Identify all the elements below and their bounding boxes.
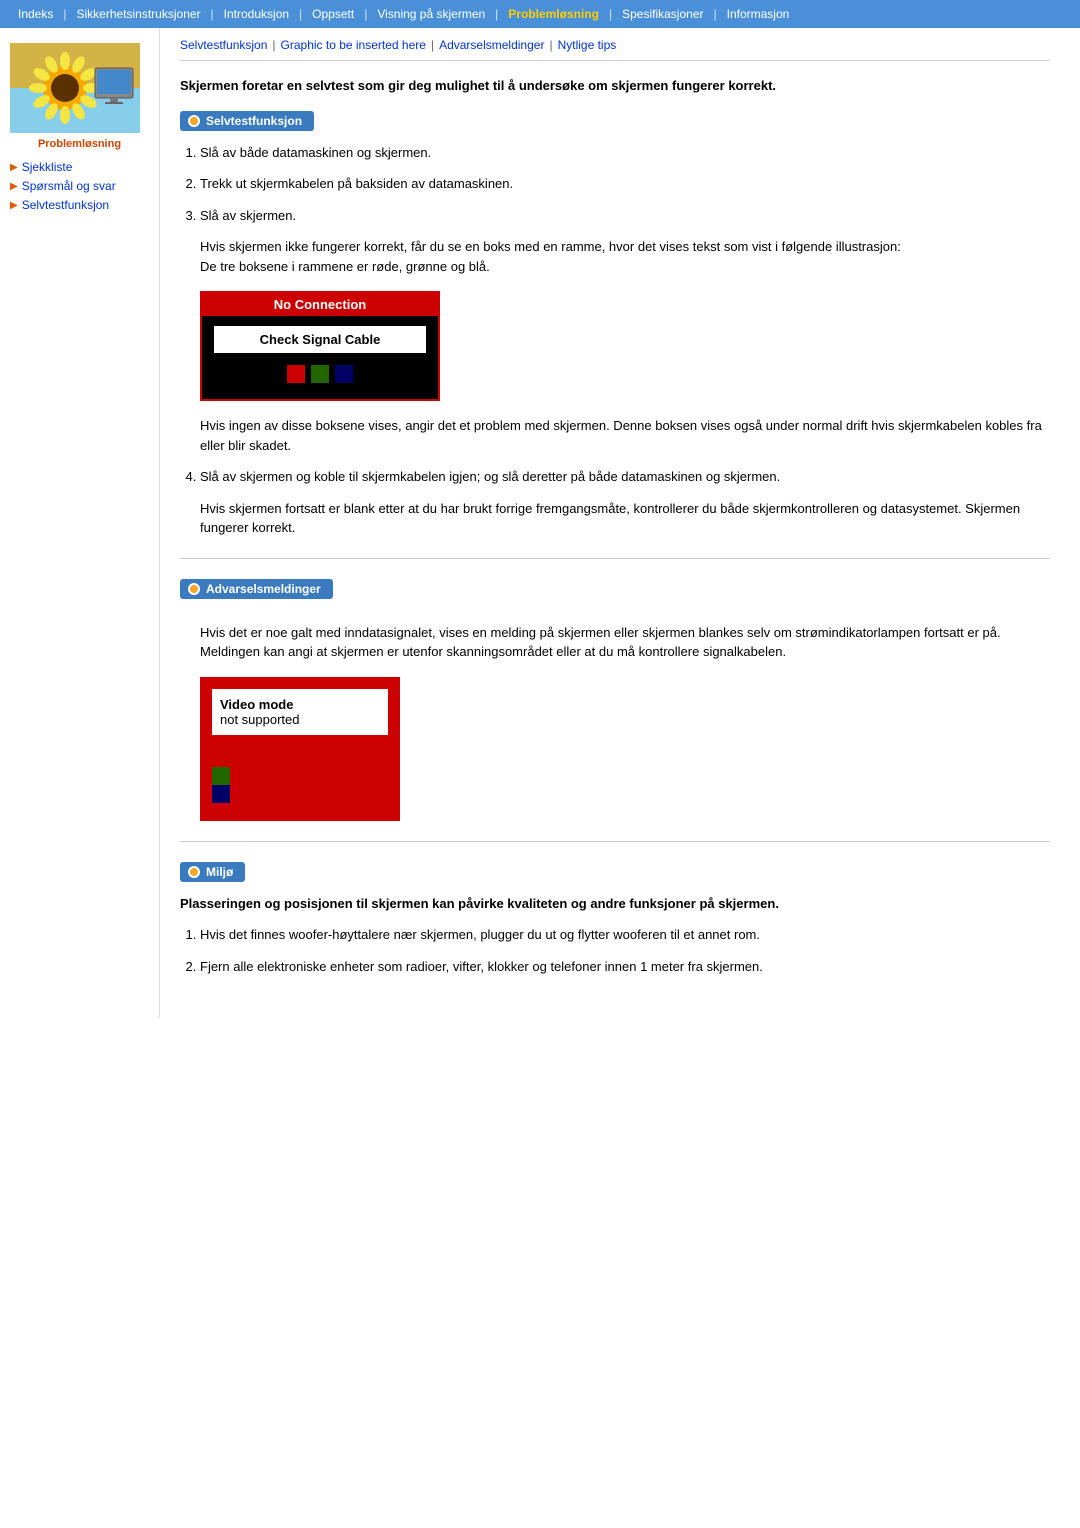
signal-box: No Connection Check Signal Cable: [200, 291, 440, 401]
nav-visning[interactable]: Visning på skjermen: [369, 5, 493, 23]
video-line2: not supported: [220, 712, 300, 727]
video-square-green: [212, 767, 230, 785]
main-layout: Problemløsning ▶ Sjekkliste ▶ Spørsmål o…: [0, 28, 1080, 1018]
nav-sep-5: |: [495, 7, 498, 21]
badge-dot-1: [188, 115, 200, 127]
nav-introduksjon[interactable]: Introduksjon: [216, 5, 297, 23]
color-squares: [214, 361, 426, 387]
steps-list-1: Slå av både datamaskinen og skjermen. Tr…: [200, 143, 1050, 226]
subnav-advarsel[interactable]: Advarselsmeldinger: [439, 38, 544, 52]
step-2: Trekk ut skjermkabelen på baksiden av da…: [200, 174, 1050, 194]
section2-badge: Advarselsmeldinger: [180, 579, 333, 599]
nav-spesifikasjoner[interactable]: Spesifikasjoner: [614, 5, 711, 23]
nav-indeks[interactable]: Indeks: [10, 5, 61, 23]
subnav-tips[interactable]: Nytlige tips: [558, 38, 617, 52]
arrow-icon-2: ▶: [10, 181, 18, 192]
step-note-1: Hvis skjermen ikke fungerer korrekt, får…: [200, 237, 1050, 276]
between-note-1: Hvis ingen av disse boksene vises, angir…: [200, 416, 1050, 455]
step-4: Slå av skjermen og koble til skjermkabel…: [200, 467, 1050, 487]
nav-sep-7: |: [713, 7, 716, 21]
steps-list-2: Slå av skjermen og koble til skjermkabel…: [200, 467, 1050, 487]
top-navigation: Indeks | Sikkerhetsinstruksjoner | Intro…: [0, 0, 1080, 28]
sidebar-logo-label: Problemløsning: [10, 138, 149, 150]
sidebar-logo-image: [10, 43, 140, 133]
subnav-sep-3: |: [549, 38, 552, 52]
sidebar-label-selvtest: Selvtestfunksjon: [22, 198, 109, 212]
nav-sep-2: |: [211, 7, 214, 21]
miljo-bold-text: Plasseringen og posisjonen til skjermen …: [180, 894, 1050, 914]
miljo-step-2: Fjern alle elektroniske enheter som radi…: [200, 957, 1050, 977]
video-square-blue: [212, 785, 230, 803]
sidebar-item-selvtest[interactable]: ▶ Selvtestfunksjon: [10, 198, 159, 212]
section2-badge-label: Advarselsmeldinger: [206, 582, 321, 596]
divider-1: [180, 558, 1050, 559]
subnav-sep-1: |: [272, 38, 275, 52]
signal-box-sub: Check Signal Cable: [214, 326, 426, 353]
nav-problemlosning[interactable]: Problemløsning: [500, 5, 607, 23]
nav-sep-1: |: [63, 7, 66, 21]
miljo-step-1: Hvis det finnes woofer-høyttalere nær sk…: [200, 925, 1050, 945]
signal-box-title: No Connection: [202, 293, 438, 316]
section1-badge-label: Selvtestfunksjon: [206, 114, 302, 128]
section3-badge-label: Miljø: [206, 865, 233, 879]
sidebar-label-sjekkliste: Sjekkliste: [22, 160, 73, 174]
square-blue: [335, 365, 353, 383]
divider-2: [180, 841, 1050, 842]
nav-sep-4: |: [364, 7, 367, 21]
nav-sikkerhet[interactable]: Sikkerhetsinstruksjoner: [68, 5, 208, 23]
square-red: [287, 365, 305, 383]
sidebar-item-sjekkliste[interactable]: ▶ Sjekkliste: [10, 160, 159, 174]
section3-badge: Miljø: [180, 862, 245, 882]
subnav-graphic[interactable]: Graphic to be inserted here: [281, 38, 426, 52]
square-green: [311, 365, 329, 383]
nav-sep-3: |: [299, 7, 302, 21]
sidebar-logo: [10, 43, 140, 133]
nav-sep-6: |: [609, 7, 612, 21]
miljo-steps: Hvis det finnes woofer-høyttalere nær sk…: [200, 925, 1050, 976]
main-content: Selvtestfunksjon | Graphic to be inserte…: [160, 28, 1080, 1018]
intro-text: Skjermen foretar en selvtest som gir deg…: [180, 76, 1050, 96]
nav-oppsett[interactable]: Oppsett: [304, 5, 362, 23]
video-line1: Video mode: [220, 697, 380, 712]
step-1: Slå av både datamaskinen og skjermen.: [200, 143, 1050, 163]
sidebar-label-sporsmal: Spørsmål og svar: [22, 179, 116, 193]
video-box: Video mode not supported: [200, 677, 400, 821]
badge-dot-2: [188, 583, 200, 595]
sidebar-navigation: ▶ Sjekkliste ▶ Spørsmål og svar ▶ Selvte…: [0, 160, 159, 212]
badge-dot-3: [188, 866, 200, 878]
arrow-icon-1: ▶: [10, 162, 18, 173]
step-3: Slå av skjermen.: [200, 206, 1050, 226]
sub-navigation: Selvtestfunksjon | Graphic to be inserte…: [180, 38, 1050, 61]
nav-informasjon[interactable]: Informasjon: [719, 5, 798, 23]
arrow-icon-3: ▶: [10, 200, 18, 211]
section2-text: Hvis det er noe galt med inndatasignalet…: [200, 623, 1050, 662]
sidebar: Problemløsning ▶ Sjekkliste ▶ Spørsmål o…: [0, 28, 160, 1018]
step-note-2: Hvis skjermen fortsatt er blank etter at…: [200, 499, 1050, 538]
video-square-red: [212, 749, 230, 767]
subnav-selvtest[interactable]: Selvtestfunksjon: [180, 38, 267, 52]
sidebar-item-sporsmal[interactable]: ▶ Spørsmål og svar: [10, 179, 159, 193]
section1-badge: Selvtestfunksjon: [180, 111, 314, 131]
video-box-text: Video mode not supported: [212, 689, 388, 735]
video-color-squares: [212, 743, 388, 809]
subnav-sep-2: |: [431, 38, 434, 52]
